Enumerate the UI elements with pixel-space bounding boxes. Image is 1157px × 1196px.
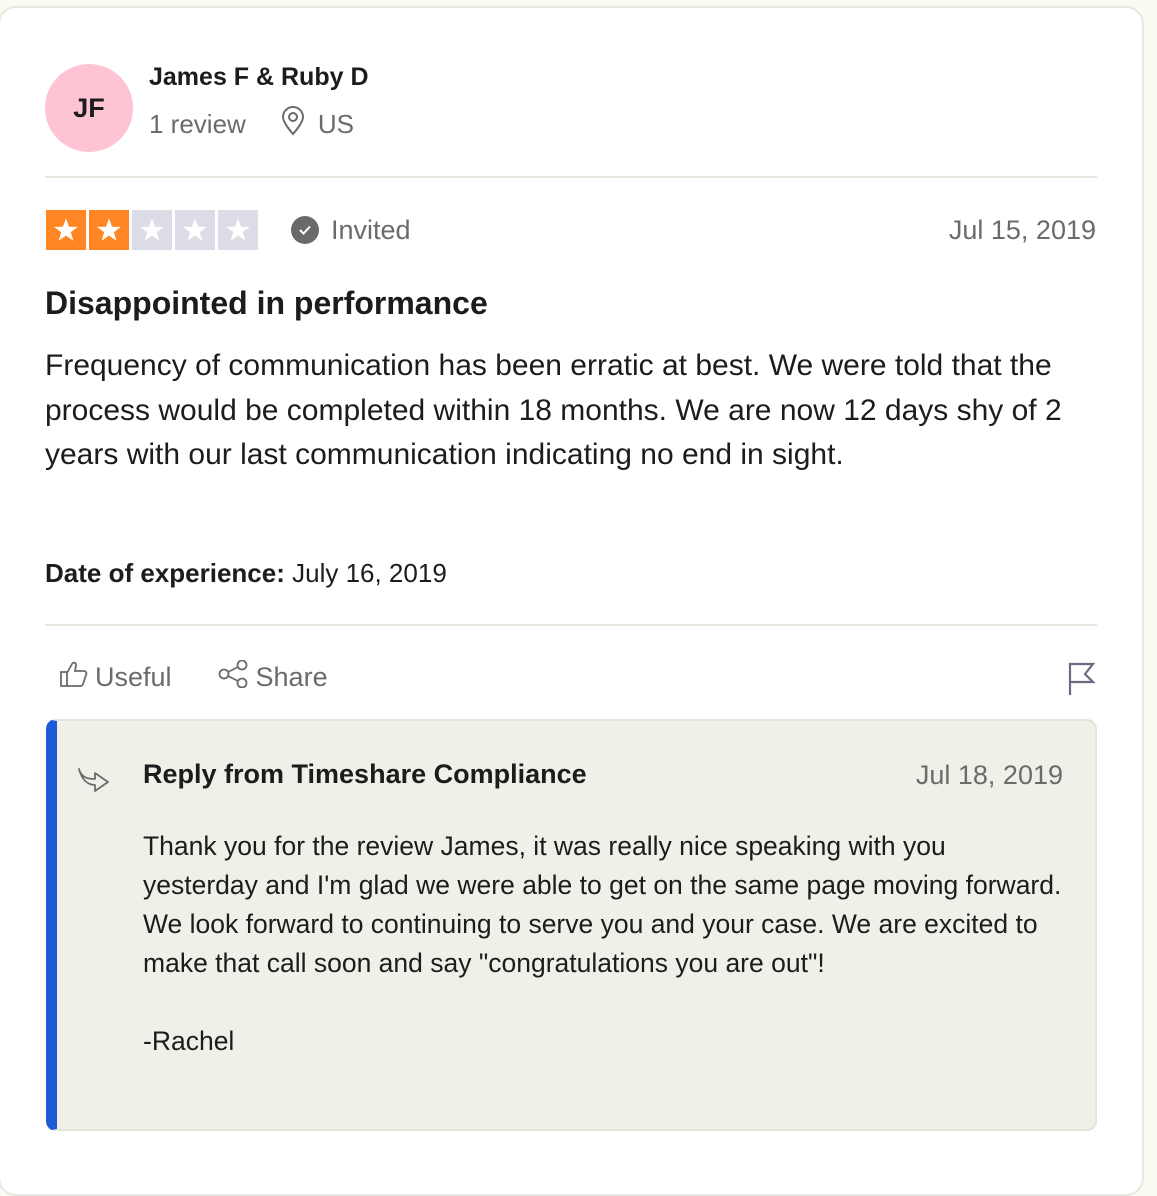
invited-badge[interactable]: Invited <box>291 215 411 246</box>
review-date: Jul 15, 2019 <box>948 214 1096 245</box>
star-icon <box>54 218 78 241</box>
consumer-name[interactable]: James F & Ruby D <box>149 62 369 92</box>
company-reply: Reply from Timeshare Compliance Jul 18, … <box>46 719 1097 1131</box>
divider <box>45 176 1097 178</box>
star-icon <box>97 218 121 241</box>
reply-title: Reply from Timeshare Compliance <box>143 759 587 789</box>
star-icon <box>183 218 207 241</box>
star-rating <box>46 210 258 250</box>
review-count: 1 review <box>149 108 246 139</box>
report-button[interactable] <box>1066 661 1096 702</box>
date-of-experience-label: Date of experience: <box>45 558 285 588</box>
star-icon <box>140 218 164 241</box>
share-button[interactable]: Share <box>218 659 328 695</box>
star-empty <box>218 210 258 250</box>
useful-button[interactable]: Useful <box>59 660 172 695</box>
reply-arrow-icon <box>77 765 111 798</box>
share-label: Share <box>255 662 328 692</box>
review-body: Frequency of communication has been erra… <box>45 349 1062 471</box>
star-icon <box>226 218 250 241</box>
star-filled <box>46 210 86 250</box>
thumbs-up-icon <box>59 660 95 695</box>
star-empty <box>175 210 215 250</box>
location-pin-icon <box>280 105 318 143</box>
consumer-info[interactable]: JF James F & Ruby D 1 review US <box>45 62 369 152</box>
star-empty <box>132 210 172 250</box>
review-title[interactable]: Disappointed in performance <box>45 285 488 322</box>
invited-label: Invited <box>331 214 411 245</box>
date-of-experience: Date of experience: July 16, 2019 <box>45 558 447 589</box>
flag-icon <box>1066 662 1096 701</box>
star-filled <box>89 210 129 250</box>
check-circle-icon <box>291 216 319 244</box>
divider <box>45 624 1097 626</box>
reply-date: Jul 18, 2019 <box>915 760 1063 790</box>
share-icon <box>218 659 256 695</box>
useful-label: Useful <box>95 662 172 692</box>
consumer-location: US <box>317 108 354 139</box>
avatar[interactable]: JF <box>45 64 133 152</box>
reply-body: Thank you for the review James, it was r… <box>143 831 1062 1056</box>
date-of-experience-value: July 16, 2019 <box>292 558 447 588</box>
